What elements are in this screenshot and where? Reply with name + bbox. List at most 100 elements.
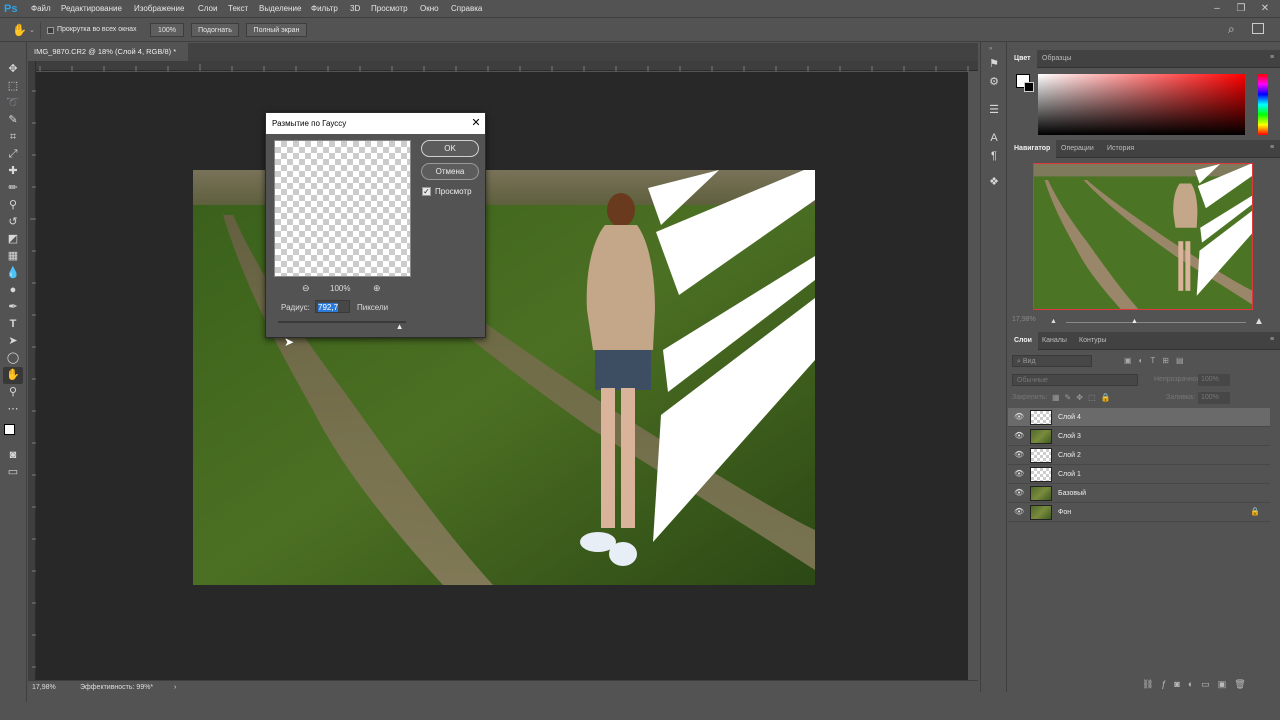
clone-stamp-tool-icon[interactable]: ⚲ bbox=[3, 197, 23, 214]
document-tab[interactable]: IMG_9870.CR2 @ 18% (Слой 4, RGB/8) * × bbox=[28, 43, 188, 74]
foreground-color-swatch[interactable] bbox=[4, 424, 15, 435]
history-brush-tool-icon[interactable]: ↺ bbox=[3, 214, 23, 231]
layer-filter-select[interactable]: ⌕ Вид bbox=[1012, 355, 1092, 367]
hand-tool-icon[interactable]: ✋ bbox=[12, 23, 27, 37]
pen-tool-icon[interactable]: ✒ bbox=[3, 299, 23, 316]
navigator-zoom-slider[interactable] bbox=[1066, 322, 1246, 323]
panel-menu-icon[interactable]: ≡ bbox=[1270, 336, 1274, 343]
background-color-swatch[interactable] bbox=[1024, 82, 1034, 92]
zoom-100-button[interactable]: 100% bbox=[150, 23, 184, 37]
layer-name[interactable]: Базовый bbox=[1058, 484, 1086, 503]
zoom-tool-icon[interactable]: ⚲ bbox=[3, 384, 23, 401]
panel-menu-icon[interactable]: ≡ bbox=[1270, 144, 1274, 151]
history-panel-icon[interactable]: ⚑ bbox=[984, 56, 1004, 73]
workspace-icon[interactable] bbox=[1252, 23, 1264, 34]
layer-name[interactable]: Слой 3 bbox=[1058, 427, 1081, 446]
menu-layers[interactable]: Слои bbox=[198, 0, 217, 18]
restore-icon[interactable]: ❐ bbox=[1230, 0, 1252, 18]
layer-name[interactable]: Фон bbox=[1058, 503, 1071, 522]
healing-brush-tool-icon[interactable]: ✚ bbox=[3, 163, 23, 180]
ellipse-tool-icon[interactable]: ◯ bbox=[3, 350, 23, 367]
collapse-icon[interactable]: » bbox=[989, 46, 992, 52]
menu-type[interactable]: Текст bbox=[228, 0, 248, 18]
menu-select[interactable]: Выделение bbox=[259, 0, 301, 18]
blur-tool-icon[interactable]: 💧 bbox=[3, 265, 23, 282]
tab-layers[interactable]: Слои bbox=[1008, 332, 1038, 350]
menu-view[interactable]: Просмотр bbox=[371, 0, 408, 18]
visibility-eye-icon[interactable]: 👁 bbox=[1014, 507, 1024, 517]
tab-color[interactable]: Цвет bbox=[1008, 50, 1037, 68]
menu-help[interactable]: Справка bbox=[451, 0, 482, 18]
lock-icons[interactable]: ▦✎✥⬚🔒 bbox=[1052, 393, 1115, 402]
blend-mode-select[interactable]: Обычные bbox=[1012, 374, 1138, 386]
status-arrow-icon[interactable]: › bbox=[174, 681, 176, 694]
close-icon[interactable]: ✕ bbox=[468, 113, 484, 134]
radius-input[interactable]: 792,7 bbox=[315, 300, 350, 313]
layer-row[interactable]: 👁 Слой 2 bbox=[1008, 446, 1270, 465]
fit-screen-button[interactable]: Подогнать bbox=[191, 23, 239, 37]
color-field[interactable] bbox=[1038, 74, 1245, 135]
layer-row[interactable]: 👁 Слой 4 bbox=[1008, 408, 1270, 427]
visibility-eye-icon[interactable]: 👁 bbox=[1014, 469, 1024, 479]
visibility-eye-icon[interactable]: 👁 bbox=[1014, 450, 1024, 460]
zoom-slider-thumb[interactable]: ▲ bbox=[1131, 318, 1138, 325]
quick-select-tool-icon[interactable]: ✎ bbox=[3, 112, 23, 129]
radius-slider-track[interactable] bbox=[278, 321, 406, 323]
zoom-readout[interactable]: 17,98% bbox=[32, 681, 56, 694]
more-tools-icon[interactable]: ⋯ bbox=[3, 401, 23, 418]
type-tool-icon[interactable]: T bbox=[3, 316, 23, 333]
move-tool-icon[interactable]: ✥ bbox=[3, 61, 23, 78]
canvas-area[interactable] bbox=[36, 72, 968, 680]
visibility-eye-icon[interactable]: 👁 bbox=[1014, 431, 1024, 441]
marquee-tool-icon[interactable]: ⬚ bbox=[3, 78, 23, 95]
libraries-panel-icon[interactable]: ❖ bbox=[984, 174, 1004, 191]
character-panel-icon[interactable]: A bbox=[984, 130, 1004, 147]
layer-row[interactable]: 👁 Слой 3 bbox=[1008, 427, 1270, 446]
layer-row[interactable]: 👁 Слой 1 bbox=[1008, 465, 1270, 484]
tab-swatches[interactable]: Образцы bbox=[1036, 50, 1077, 68]
adjustments-panel-icon[interactable]: ⚙ bbox=[984, 74, 1004, 91]
cancel-button[interactable]: Отмена bbox=[421, 163, 479, 180]
brush-tool-icon[interactable]: ✏ bbox=[3, 180, 23, 197]
navigator-zoom-value[interactable]: 17,98% bbox=[1012, 316, 1036, 323]
visibility-eye-icon[interactable]: 👁 bbox=[1014, 412, 1024, 422]
zoom-out-icon[interactable]: ▲ bbox=[1050, 318, 1057, 325]
layer-name[interactable]: Слой 1 bbox=[1058, 465, 1081, 484]
fill-input[interactable]: 100% bbox=[1198, 392, 1230, 404]
layers-footer-icons[interactable]: ⛓ƒ◙◐▭▣🗑 bbox=[1142, 679, 1254, 690]
hand-tool-icon[interactable]: ✋ bbox=[3, 367, 23, 384]
tab-channels[interactable]: Каналы bbox=[1036, 332, 1073, 350]
tab-navigator[interactable]: Навигатор bbox=[1008, 140, 1057, 158]
tab-paths[interactable]: Контуры bbox=[1073, 332, 1112, 350]
eraser-tool-icon[interactable]: ◩ bbox=[3, 231, 23, 248]
dodge-tool-icon[interactable]: ● bbox=[3, 282, 23, 299]
layer-row[interactable]: 👁 Фон 🔒 bbox=[1008, 503, 1270, 522]
navigator-thumbnail[interactable] bbox=[1033, 163, 1253, 310]
layer-name[interactable]: Слой 2 bbox=[1058, 446, 1081, 465]
panel-menu-icon[interactable]: ≡ bbox=[1270, 54, 1274, 61]
layer-name[interactable]: Слой 4 bbox=[1058, 408, 1081, 427]
visibility-eye-icon[interactable]: 👁 bbox=[1014, 488, 1024, 498]
preview-checkbox[interactable]: ✓ bbox=[422, 187, 431, 196]
properties-panel-icon[interactable]: ☰ bbox=[984, 102, 1004, 119]
hue-slider[interactable] bbox=[1258, 74, 1268, 135]
zoom-out-icon[interactable]: ⊖ bbox=[302, 283, 310, 294]
menu-window[interactable]: Окно bbox=[420, 0, 439, 18]
fill-screen-button[interactable]: Полный экран bbox=[246, 23, 307, 37]
tab-history[interactable]: История bbox=[1101, 140, 1140, 158]
zoom-in-icon[interactable]: ⊕ bbox=[373, 283, 381, 294]
menu-edit[interactable]: Редактирование bbox=[61, 0, 122, 18]
menu-file[interactable]: Файл bbox=[31, 0, 51, 18]
screen-mode-icon[interactable]: ▭ bbox=[3, 464, 23, 481]
crop-tool-icon[interactable]: ⌗ bbox=[3, 129, 23, 146]
eyedropper-tool-icon[interactable]: ⤢ bbox=[3, 146, 23, 163]
menu-image[interactable]: Изображение bbox=[134, 0, 184, 18]
chevron-down-icon[interactable]: ⌄ bbox=[29, 26, 35, 34]
filter-preview[interactable] bbox=[274, 140, 411, 277]
layer-filter-icons[interactable]: ▣◐T⊞▤ bbox=[1124, 356, 1191, 365]
menu-3d[interactable]: 3D bbox=[350, 0, 360, 18]
layer-row[interactable]: 👁 Базовый bbox=[1008, 484, 1270, 503]
scroll-all-checkbox[interactable] bbox=[47, 27, 54, 34]
opacity-input[interactable]: 100% bbox=[1198, 374, 1230, 386]
tab-actions[interactable]: Операции bbox=[1055, 140, 1100, 158]
